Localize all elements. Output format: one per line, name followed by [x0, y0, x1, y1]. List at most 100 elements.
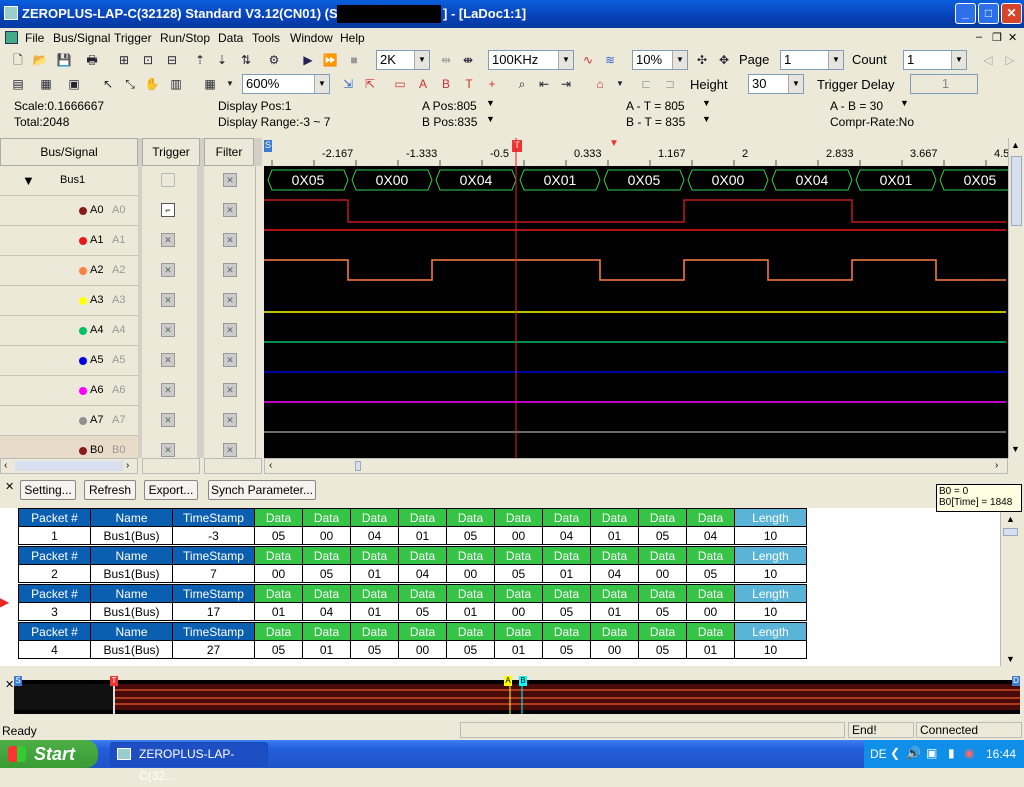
a-b-text[interactable]: A - B = 30	[830, 99, 883, 113]
setting-button[interactable]: Setting...	[20, 480, 76, 500]
menu-bus-signal[interactable]: Bus/Signal	[53, 31, 110, 45]
scroll-up-icon[interactable]: ▲	[1006, 514, 1015, 524]
packet-table[interactable]: Packet # Name TimeStamp Data Data Data Data D…	[18, 584, 807, 621]
grid-icon[interactable]: ▦	[200, 74, 220, 94]
trigger-delay-input[interactable]: 1	[910, 74, 978, 94]
packet-table[interactable]: Packet # Name TimeStamp Data Data Data Data D…	[18, 546, 807, 583]
a-pos-text[interactable]: A Pos:805	[422, 99, 477, 113]
signal-row[interactable]: A1 A1	[0, 226, 138, 256]
signal-filter-cell[interactable]: ✕	[204, 196, 259, 226]
signal-trigger-cell[interactable]: ✕	[142, 256, 197, 286]
synch-parameter-button[interactable]: Synch Parameter...	[208, 480, 316, 500]
bus-ungroup-icon[interactable]: ⊟	[162, 50, 182, 70]
trigger-setup-icon[interactable]: ⚙	[264, 50, 284, 70]
start-button[interactable]: Start	[0, 740, 98, 768]
refresh-button[interactable]: Refresh	[84, 480, 136, 500]
signal-trigger-cell[interactable]: ✕	[142, 406, 197, 436]
trigger-level-icon[interactable]: ⇣	[212, 50, 232, 70]
b-t-text[interactable]: B - T = 835	[626, 115, 685, 129]
packet-value-row[interactable]: 2 Bus1(Bus) 7 00 05 01 04 00 05 01 04 00 05 10	[18, 564, 807, 583]
home-icon[interactable]: ⌂	[590, 74, 610, 94]
measure-icon[interactable]: ▥	[166, 74, 186, 94]
packet-table[interactable]: Packet # Name TimeStamp Data Data Data Data D…	[18, 622, 807, 659]
chevron-down-icon[interactable]: ▼	[220, 74, 240, 94]
search-next-icon[interactable]: ⇥	[556, 74, 576, 94]
chevron-down-icon[interactable]: ▼	[702, 114, 711, 124]
cursor-a-marker[interactable]: A	[504, 676, 512, 686]
chevron-down-icon[interactable]: ▼	[486, 114, 495, 124]
scroll-right-icon[interactable]: ›	[995, 460, 998, 471]
signal-trigger-cell[interactable]: ✕	[142, 346, 197, 376]
signal-filter-cell[interactable]: ✕	[204, 406, 259, 436]
zoom-select[interactable]: 600% ▼	[242, 74, 330, 94]
signal-row[interactable]: A7 A7	[0, 406, 138, 436]
b-pos-text[interactable]: B Pos:835	[422, 115, 477, 129]
bus-row[interactable]: ▼ Bus1	[0, 166, 138, 196]
chevron-down-icon[interactable]: ▼	[900, 98, 909, 108]
security-icon[interactable]: ◉	[964, 746, 974, 760]
taskbar-app-button[interactable]: ZEROPLUS-LAP-C(32...	[110, 742, 268, 783]
menu-help[interactable]: Help	[340, 31, 365, 45]
chevron-down-icon[interactable]: ▼	[702, 98, 711, 108]
scroll-thumb[interactable]	[355, 461, 361, 471]
bus-setting-icon[interactable]: ⊞	[114, 50, 134, 70]
state-view-icon[interactable]: ▣	[64, 74, 84, 94]
mdi-restore-icon[interactable]: ❐	[992, 31, 1002, 44]
scroll-down-icon[interactable]: ▼	[1011, 444, 1020, 454]
list-view-icon[interactable]: ▦	[36, 74, 56, 94]
trigger-position-select[interactable]: 10% ▼	[632, 50, 688, 70]
goto-cursor-icon[interactable]: ✥	[714, 50, 734, 70]
scroll-thumb[interactable]	[1003, 528, 1018, 536]
export-button[interactable]: Export...	[144, 480, 198, 500]
bar-plus-icon[interactable]: +	[482, 74, 502, 94]
signal-scrollbar[interactable]	[255, 166, 262, 458]
a-t-text[interactable]: A - T = 805	[626, 99, 685, 113]
signal-row[interactable]: A0 A0	[0, 196, 138, 226]
bar-ascii-icon[interactable]: A	[413, 74, 433, 94]
signal-trigger-cell[interactable]: ⌐	[142, 196, 197, 226]
signal-filter-cell[interactable]: ✕	[204, 226, 259, 256]
signal-filter-cell[interactable]: ✕	[204, 286, 259, 316]
language-indicator[interactable]: DE	[870, 747, 887, 761]
tray-arrow-icon[interactable]: ❮	[890, 746, 900, 760]
sample-rate-select[interactable]: 100KHz ▼	[488, 50, 574, 70]
menu-window[interactable]: Window	[290, 31, 333, 45]
zoom-out-icon[interactable]: ⇱	[360, 74, 380, 94]
packet-value-row[interactable]: 3 Bus1(Bus) 17 01 04 01 05 01 00 05 01 05 00 10	[18, 602, 807, 621]
prev-page-icon[interactable]: ◁	[978, 50, 998, 70]
filter-hscroll[interactable]	[204, 458, 262, 474]
chevron-down-icon[interactable]: ▼	[486, 98, 495, 108]
menu-data[interactable]: Data	[218, 31, 243, 45]
bar-binary-icon[interactable]: B	[436, 74, 456, 94]
signal-filter-cell[interactable]: ✕	[204, 316, 259, 346]
trigger-edge-icon[interactable]: ⇡	[190, 50, 210, 70]
bar-add-icon[interactable]: ▭	[390, 74, 410, 94]
run-repeat-icon[interactable]: ⏩	[320, 50, 340, 70]
pointer-icon[interactable]: ↖	[98, 74, 118, 94]
signal-trigger-cell[interactable]: ✕	[142, 316, 197, 346]
memory-depth-select[interactable]: 2K ▼	[376, 50, 430, 70]
signal-row[interactable]: A4 A4	[0, 316, 138, 346]
open-folder-icon[interactable]: 📂	[30, 50, 50, 70]
signal-icon[interactable]: ⊐	[660, 74, 680, 94]
trigger-marker[interactable]: T	[110, 676, 118, 686]
minimize-button[interactable]: _	[955, 3, 976, 24]
packet-vscroll[interactable]: ▲ ▼	[1000, 508, 1020, 666]
signal-row[interactable]: A3 A3	[0, 286, 138, 316]
new-file-icon[interactable]: 🗋	[8, 50, 28, 70]
packet-value-row[interactable]: 4 Bus1(Bus) 27 05 01 05 00 05 01 05 00 05 01 10	[18, 640, 807, 659]
collapse-triangle-icon[interactable]: ▼	[22, 173, 35, 188]
bus-icon[interactable]: ⊏	[636, 74, 656, 94]
trigger-pattern-icon[interactable]: ⇅	[236, 50, 256, 70]
signal-filter-cell[interactable]: ✕	[204, 376, 259, 406]
clock-external-icon[interactable]: ∿	[578, 50, 598, 70]
overview-canvas[interactable]: S T A B D	[14, 676, 1020, 714]
scroll-down-icon[interactable]: ▼	[1006, 654, 1015, 664]
bus-trigger-cell[interactable]	[142, 166, 197, 196]
page-select[interactable]: 1 ▼	[780, 50, 844, 70]
network-icon[interactable]: ▣	[926, 746, 937, 760]
waveform-hscroll[interactable]: ‹ ›	[264, 458, 1008, 474]
volume-icon[interactable]: 🔊	[906, 746, 921, 760]
scroll-thumb[interactable]	[15, 461, 123, 471]
zoom-in-icon[interactable]: ⇲	[338, 74, 358, 94]
